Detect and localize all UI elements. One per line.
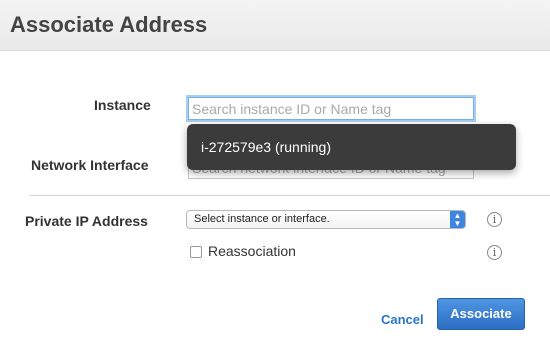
associate-address-dialog: Associate Address Instance Network Inter… (0, 0, 550, 350)
dialog-header: Associate Address (0, 0, 550, 51)
info-icon[interactable]: i (487, 212, 502, 227)
instance-label: Instance (94, 97, 151, 113)
chevron-updown-icon: ▲ ▼ (450, 211, 465, 228)
associate-button[interactable]: Associate (437, 298, 525, 330)
form-divider (30, 195, 550, 196)
dialog-title: Associate Address (10, 12, 208, 37)
private-ip-select[interactable]: Select instance or interface. ▲ ▼ (186, 210, 466, 229)
cancel-button[interactable]: Cancel (381, 312, 424, 327)
instance-search-input[interactable] (188, 97, 474, 120)
instance-autocomplete-dropdown: i-272579e3 (running) (187, 124, 516, 170)
info-icon[interactable]: i (487, 245, 502, 260)
reassociation-checkbox[interactable] (190, 246, 202, 258)
network-interface-label: Network Interface (31, 157, 149, 173)
dropdown-item[interactable]: i-272579e3 (running) (201, 139, 331, 155)
reassociation-label: Reassociation (208, 243, 296, 259)
private-ip-label: Private IP Address (25, 213, 148, 229)
private-ip-select-value: Select instance or interface. (194, 213, 330, 225)
